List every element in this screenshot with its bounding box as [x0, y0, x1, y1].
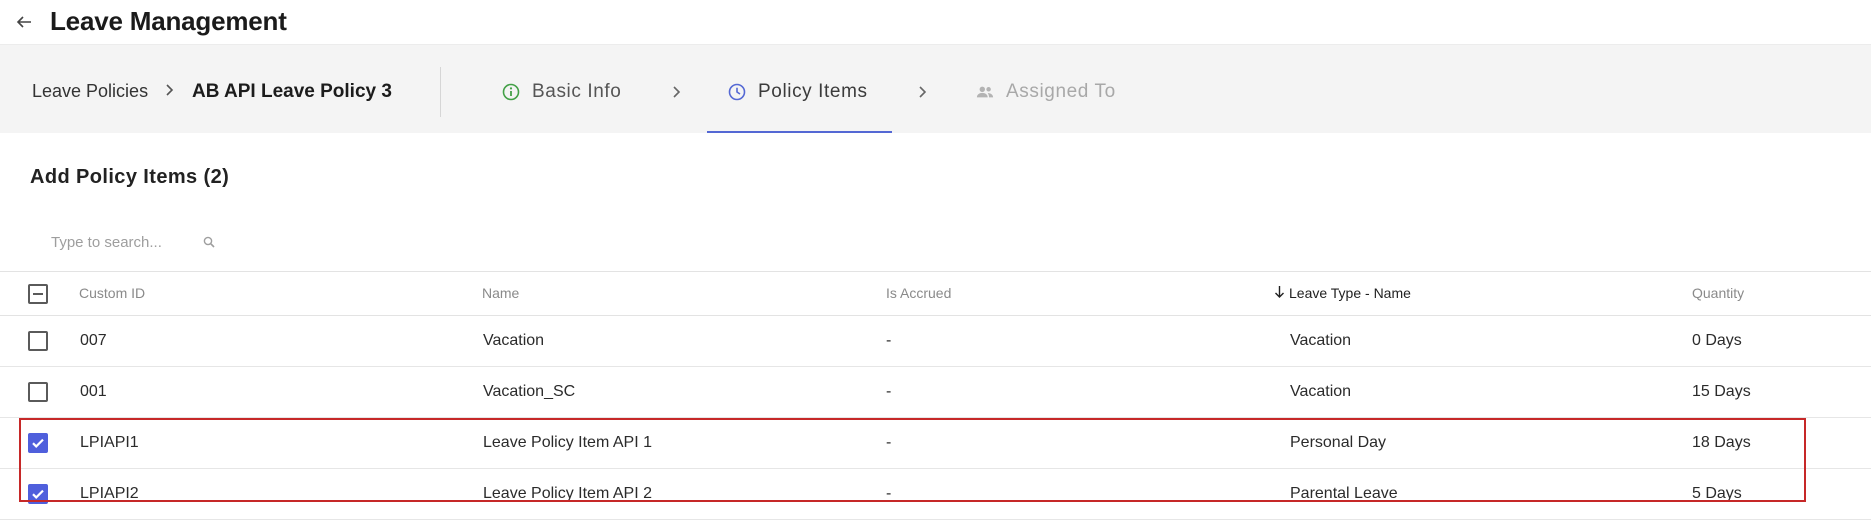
- active-step-underline: [707, 131, 892, 133]
- cell-is-accrued: -: [886, 332, 892, 349]
- column-header-leave-type[interactable]: Leave Type - Name: [1274, 285, 1411, 302]
- table-row[interactable]: LPIAPI2 Leave Policy Item API 2 - Parent…: [0, 469, 1871, 520]
- chevron-right-icon: [917, 83, 929, 101]
- page-title: Leave Management: [50, 6, 287, 36]
- sort-arrow-down-icon: [1274, 285, 1287, 302]
- search-icon[interactable]: [203, 235, 215, 248]
- step-assigned-to-label: Assigned To: [1006, 81, 1116, 102]
- step-assigned-to[interactable]: Assigned To: [976, 81, 1116, 103]
- step-basic-info-label: Basic Info: [532, 81, 622, 102]
- select-all-checkbox[interactable]: [28, 284, 48, 304]
- cell-quantity: 18 Days: [1692, 434, 1751, 451]
- cell-quantity: 0 Days: [1692, 332, 1742, 349]
- breadcrumb-leave-policies[interactable]: Leave Policies: [32, 81, 148, 102]
- cell-is-accrued: -: [886, 383, 892, 400]
- cell-is-accrued: -: [886, 485, 892, 502]
- people-icon: [976, 83, 994, 101]
- cell-leave-type: Vacation: [1290, 383, 1352, 400]
- cell-name: Vacation_SC: [483, 383, 576, 400]
- step-policy-items-label: Policy Items: [758, 81, 868, 102]
- row-checkbox[interactable]: [28, 331, 48, 351]
- row-checkbox[interactable]: [28, 382, 48, 402]
- stepper-bar: Leave Policies AB API Leave Policy 3 Bas…: [0, 44, 1871, 133]
- cell-quantity: 5 Days: [1692, 485, 1742, 502]
- column-header-quantity[interactable]: Quantity: [1692, 285, 1744, 301]
- table-row[interactable]: 001 Vacation_SC - Vacation 15 Days: [0, 367, 1871, 418]
- cell-custom-id: 007: [80, 332, 107, 349]
- cell-leave-type: Vacation: [1290, 332, 1352, 349]
- search-input[interactable]: [51, 233, 191, 251]
- row-checkbox-checked[interactable]: [28, 433, 48, 453]
- info-circle-icon: [502, 83, 520, 101]
- clock-icon: [728, 83, 746, 101]
- cell-quantity: 15 Days: [1692, 383, 1751, 400]
- step-policy-items[interactable]: Policy Items: [728, 81, 868, 103]
- cell-custom-id: 001: [80, 383, 107, 400]
- chevron-right-icon: [164, 81, 176, 99]
- search-box: [51, 231, 221, 253]
- cell-name: Vacation: [483, 332, 545, 349]
- back-arrow-icon[interactable]: [14, 10, 34, 34]
- policy-items-table: Custom ID Name Is Accrued Leave Type - N…: [0, 271, 1871, 520]
- breadcrumb-current-policy: AB API Leave Policy 3: [192, 81, 392, 102]
- column-header-leave-type-label: Leave Type - Name: [1289, 285, 1411, 301]
- top-bar: Leave Management: [0, 0, 1871, 44]
- table-row[interactable]: LPIAPI1 Leave Policy Item API 1 - Person…: [0, 418, 1871, 469]
- column-header-name[interactable]: Name: [482, 285, 519, 301]
- column-header-is-accrued[interactable]: Is Accrued: [886, 285, 951, 301]
- cell-custom-id: LPIAPI1: [80, 434, 139, 451]
- column-header-custom-id[interactable]: Custom ID: [79, 285, 145, 301]
- table-row[interactable]: 007 Vacation - Vacation 0 Days: [0, 316, 1871, 367]
- cell-name: Leave Policy Item API 1: [483, 434, 652, 451]
- cell-name: Leave Policy Item API 2: [483, 485, 652, 502]
- chevron-right-icon: [671, 83, 683, 101]
- cell-is-accrued: -: [886, 434, 892, 451]
- vertical-divider: [440, 67, 441, 117]
- step-basic-info[interactable]: Basic Info: [502, 81, 621, 103]
- row-checkbox-checked[interactable]: [28, 484, 48, 504]
- cell-leave-type: Personal Day: [1290, 434, 1387, 451]
- cell-custom-id: LPIAPI2: [80, 485, 139, 502]
- section-title: Add Policy Items (2): [30, 166, 230, 188]
- cell-leave-type: Parental Leave: [1290, 485, 1398, 502]
- table-header-row: Custom ID Name Is Accrued Leave Type - N…: [0, 271, 1871, 316]
